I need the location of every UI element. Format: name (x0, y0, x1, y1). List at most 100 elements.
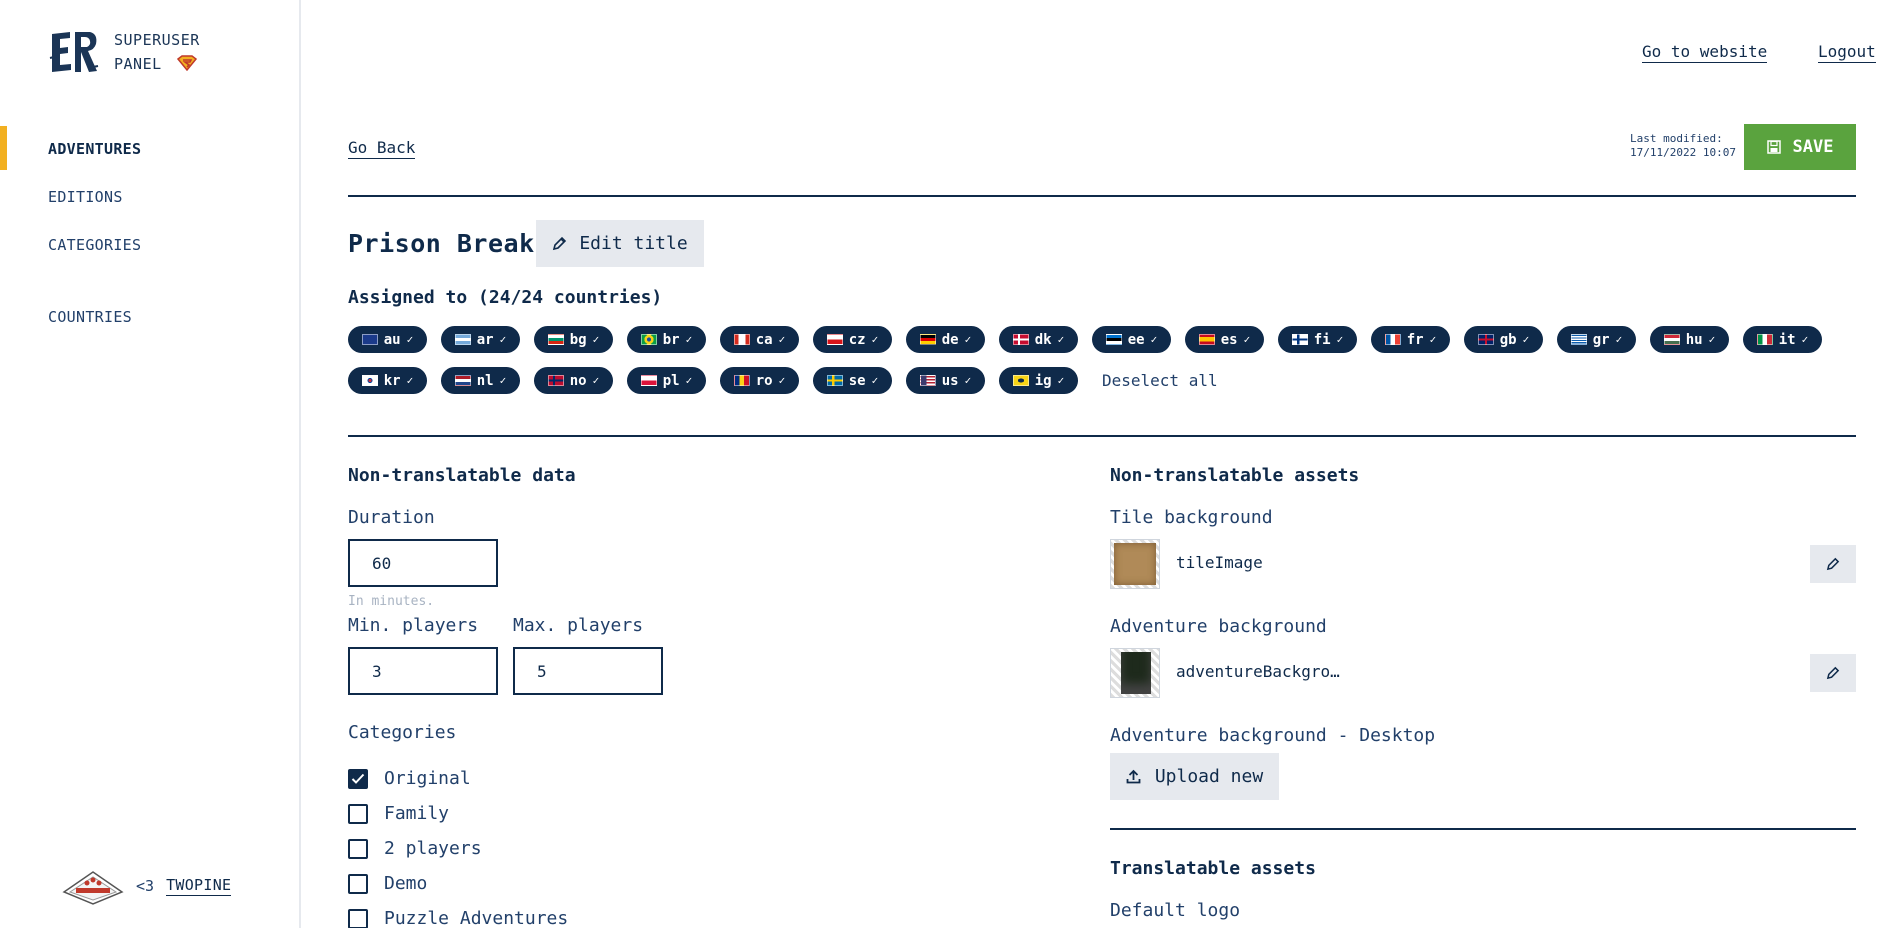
country-chip-ig[interactable]: ig ✓ (999, 367, 1078, 394)
checkbox[interactable] (348, 803, 368, 824)
twopine-link[interactable]: TWOPINE (166, 876, 232, 896)
checkmark-icon: ✓ (592, 333, 600, 346)
duration-input[interactable] (348, 539, 498, 587)
checkmark-icon: ✓ (499, 333, 507, 346)
pencil-icon (1826, 666, 1840, 680)
checkmark-icon: ✓ (1429, 333, 1437, 346)
max-players-input[interactable] (513, 647, 663, 695)
ar-flag-icon (454, 334, 471, 345)
country-chip-pl[interactable]: pl ✓ (627, 367, 706, 394)
country-chip-ca[interactable]: ca ✓ (720, 326, 799, 353)
dk-flag-icon (1012, 334, 1029, 345)
go-back-link[interactable]: Go Back (348, 138, 416, 159)
category-label: Puzzle Adventures (384, 908, 569, 928)
country-chip-hu[interactable]: hu ✓ (1650, 326, 1729, 353)
country-code: fi (1313, 331, 1331, 348)
tile-background-filename: tileImage (1176, 553, 1263, 572)
category-option-original[interactable]: Original (348, 768, 471, 789)
no-flag-icon (547, 375, 564, 386)
country-code: dk (1034, 331, 1052, 348)
checkmark-icon: ✓ (406, 333, 414, 346)
country-chip-cz[interactable]: cz ✓ (813, 326, 892, 353)
country-chip-ro[interactable]: ro ✓ (720, 367, 799, 394)
country-chip-de[interactable]: de ✓ (906, 326, 985, 353)
country-chip-it[interactable]: it ✓ (1743, 326, 1822, 353)
deselect-all-button[interactable]: Deselect all (1102, 371, 1218, 390)
country-chip-gb[interactable]: gb ✓ (1464, 326, 1543, 353)
country-chips-row-1: au ✓ ar ✓ bg ✓ br ✓ ca ✓ cz ✓ de ✓ dk ✓ ee ✓ es ✓ fi ✓ fr ✓ gb ✓ g… (348, 326, 1822, 353)
category-option-2-players[interactable]: 2 players (348, 838, 482, 859)
checkmark-icon: ✓ (871, 333, 879, 346)
country-code: bg (569, 331, 587, 348)
fi-flag-icon (1291, 334, 1308, 345)
brand-line-1: SUPERUSER (114, 31, 200, 49)
edit-title-button[interactable]: Edit title (536, 220, 704, 267)
country-chip-nl[interactable]: nl ✓ (441, 367, 520, 394)
country-chip-gr[interactable]: gr ✓ (1557, 326, 1636, 353)
country-chip-bg[interactable]: bg ✓ (534, 326, 613, 353)
category-option-demo[interactable]: Demo (348, 873, 427, 894)
country-code: br (662, 331, 680, 348)
superman-icon (177, 55, 198, 71)
country-chip-fi[interactable]: fi ✓ (1278, 326, 1357, 353)
country-code: au (383, 331, 401, 348)
active-nav-marker (0, 126, 7, 170)
adventure-background-filename: adventureBackgro… (1176, 662, 1340, 681)
duration-hint: In minutes. (348, 594, 435, 609)
category-option-family[interactable]: Family (348, 803, 449, 824)
country-code: it (1778, 331, 1796, 348)
country-chip-es[interactable]: es ✓ (1185, 326, 1264, 353)
save-button[interactable]: SAVE (1744, 124, 1856, 170)
tile-background-label: Tile background (1110, 507, 1273, 528)
category-label: 2 players (384, 838, 482, 859)
kr-flag-icon (361, 375, 378, 386)
brand[interactable]: SUPERUSER PANEL (48, 28, 200, 76)
brand-line-2: PANEL (114, 55, 162, 73)
edit-adventure-background-button[interactable] (1810, 654, 1856, 692)
adventure-background-label: Adventure background (1110, 616, 1327, 637)
category-label: Family (384, 803, 450, 824)
nav-item-countries[interactable]: COUNTRIES (48, 308, 132, 326)
country-chip-us[interactable]: us ✓ (906, 367, 985, 394)
checkmark-icon: ✓ (1057, 374, 1065, 387)
country-chip-ee[interactable]: ee ✓ (1092, 326, 1171, 353)
category-option-puzzle-adventures[interactable]: Puzzle Adventures (348, 908, 568, 928)
nav-item-categories[interactable]: CATEGORIES (48, 236, 141, 254)
edit-tile-background-button[interactable] (1810, 545, 1856, 583)
nav-item-adventures[interactable]: ADVENTURES (48, 140, 141, 158)
checkbox[interactable] (348, 908, 368, 928)
category-label: Demo (384, 873, 428, 894)
country-code: no (569, 372, 587, 389)
country-code: ee (1127, 331, 1145, 348)
save-label: SAVE (1792, 137, 1834, 157)
min-players-input[interactable] (348, 647, 498, 695)
pencil-icon (1826, 557, 1840, 571)
adventure-editor: Go Back Last modified: 17/11/2022 10:07 … (348, 0, 1856, 928)
nav-item-editions[interactable]: EDITIONS (48, 188, 123, 206)
country-chip-se[interactable]: se ✓ (813, 367, 892, 394)
max-players-label: Max. players (513, 615, 644, 636)
country-chip-kr[interactable]: kr ✓ (348, 367, 427, 394)
us-flag-icon (919, 375, 936, 386)
country-code: hu (1685, 331, 1703, 348)
divider-top (348, 195, 1856, 197)
upload-icon (1126, 769, 1141, 784)
checkbox[interactable] (348, 838, 368, 859)
country-chip-au[interactable]: au ✓ (348, 326, 427, 353)
adventure-background-thumbnail (1110, 648, 1160, 698)
checkmark-icon: ✓ (1801, 333, 1809, 346)
country-chip-fr[interactable]: fr ✓ (1371, 326, 1450, 353)
upload-new-button[interactable]: Upload new (1110, 753, 1279, 800)
country-code: kr (383, 372, 401, 389)
country-chip-br[interactable]: br ✓ (627, 326, 706, 353)
checkbox[interactable] (348, 873, 368, 894)
assigned-countries-heading: Assigned to (24/24 countries) (348, 287, 663, 308)
country-chip-dk[interactable]: dk ✓ (999, 326, 1078, 353)
country-code: ro (755, 372, 773, 389)
checkbox[interactable] (348, 768, 368, 789)
country-chip-ar[interactable]: ar ✓ (441, 326, 520, 353)
edit-title-label: Edit title (579, 233, 688, 254)
bg-flag-icon (547, 334, 564, 345)
country-chip-no[interactable]: no ✓ (534, 367, 613, 394)
floppy-disk-icon (1766, 140, 1781, 154)
